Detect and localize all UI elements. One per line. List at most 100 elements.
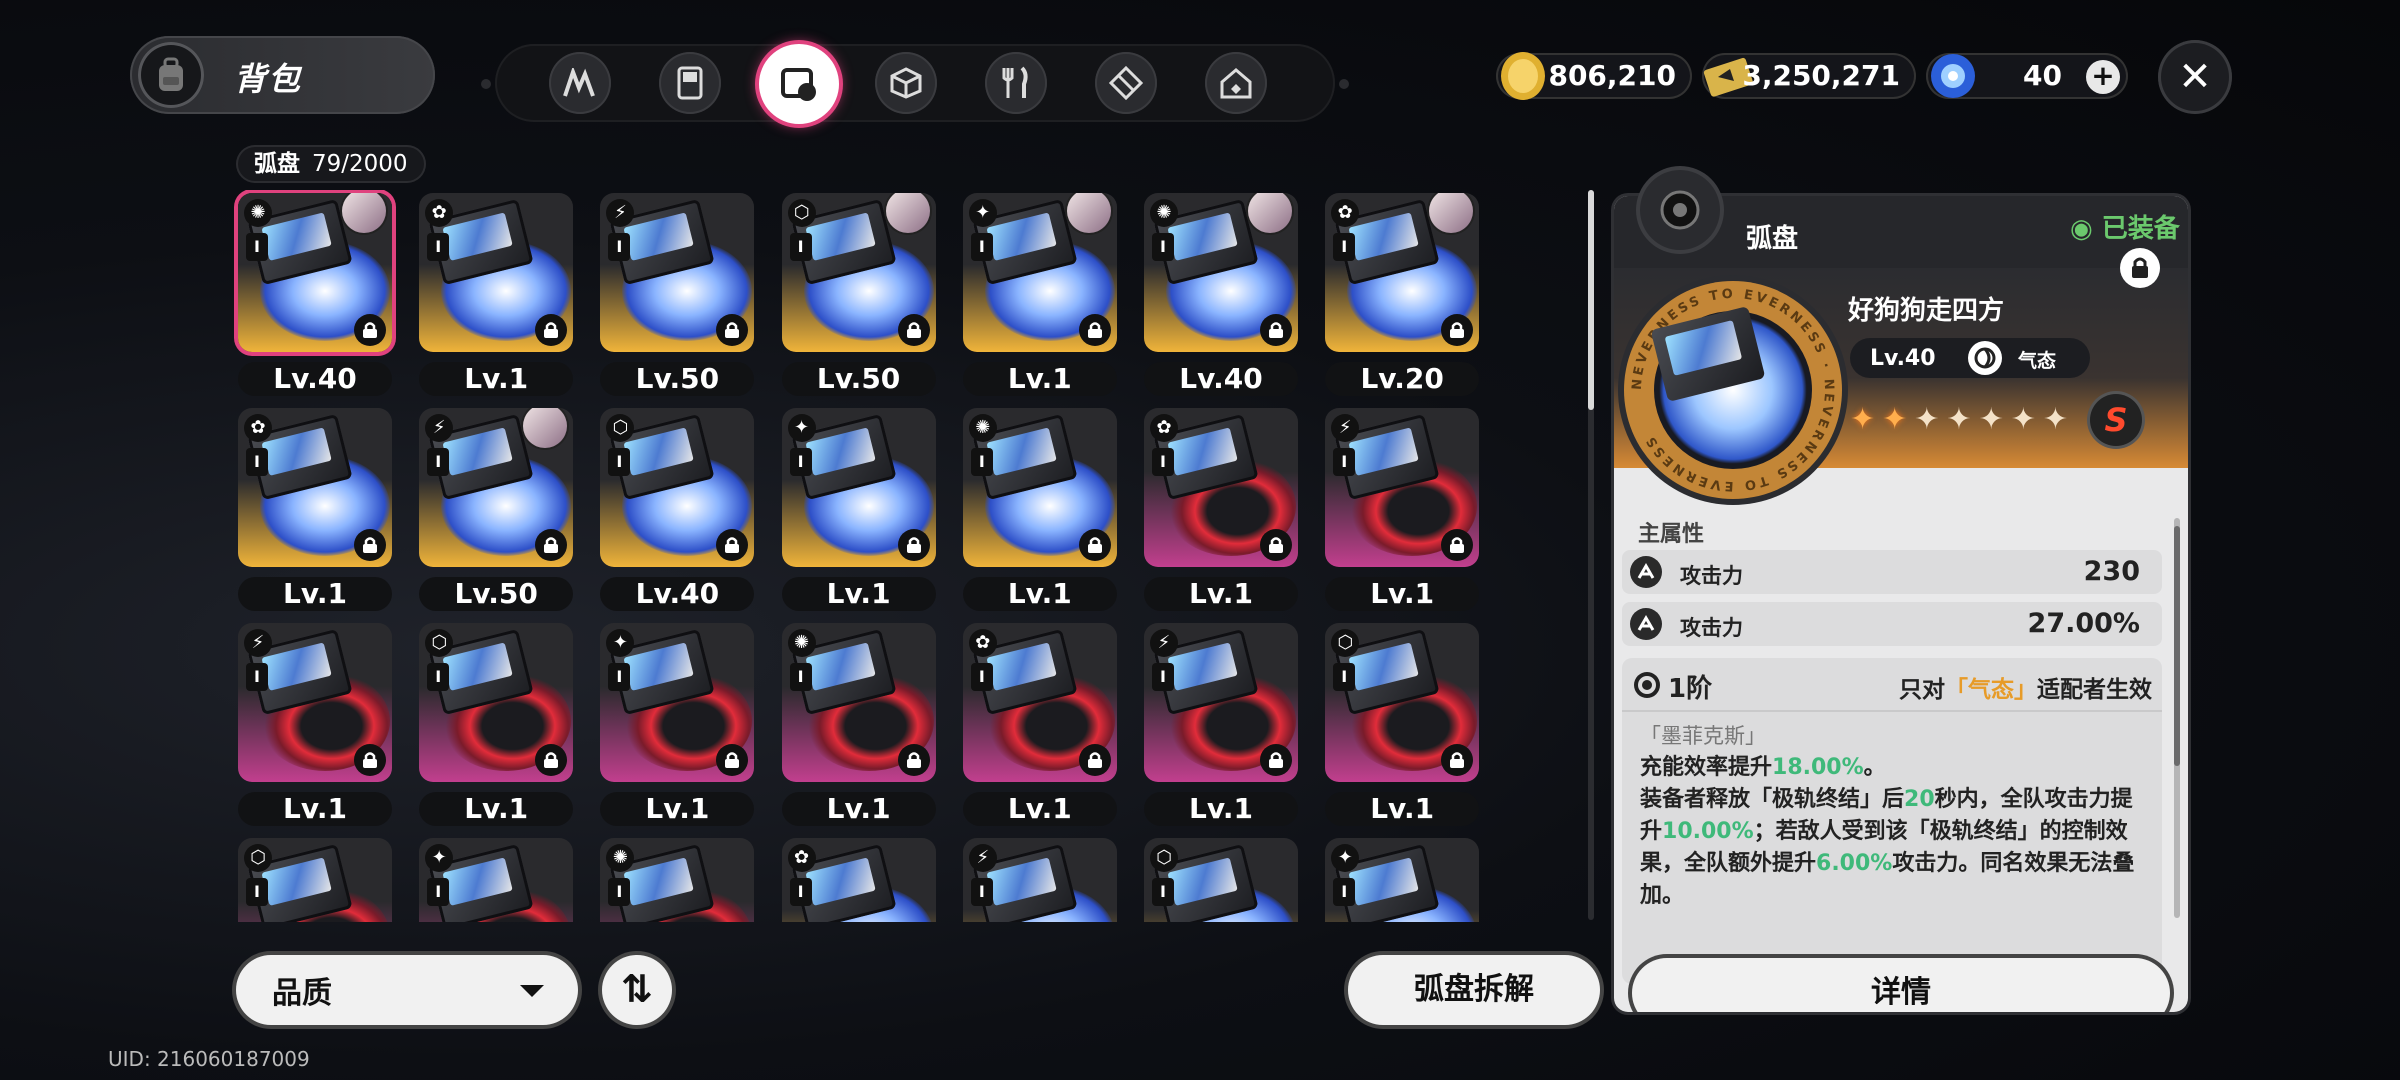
disc-card[interactable]: ✦ I [962, 193, 1117, 352]
disc-slot[interactable]: ⚡ I Lv.1 [1319, 405, 1484, 620]
grid-scrollbar-thumb[interactable] [1588, 190, 1594, 410]
disc-slot[interactable]: ✦ I [1319, 835, 1484, 922]
disc-card[interactable]: ✺ I [962, 408, 1117, 567]
disc-rank: I [1152, 233, 1174, 261]
disc-slot[interactable]: ✿ I Lv.1 [957, 620, 1122, 835]
disc-type-icon: ✺ [787, 629, 816, 657]
disc-slot[interactable]: ⬡ I Lv.40 [594, 405, 759, 620]
disc-card[interactable]: ⬡ I [781, 193, 936, 352]
disc-card[interactable]: ⚡ I [238, 623, 392, 782]
disc-card[interactable]: ✿ I [1325, 193, 1480, 352]
disc-slot[interactable]: ✺ I [594, 835, 759, 922]
disc-slot[interactable]: ✿ I Lv.1 [413, 190, 578, 405]
main-stat-title: 主属性 [1638, 522, 1705, 547]
disc-card[interactable]: ✦ I [419, 838, 574, 922]
disc-slot[interactable]: ⚡ I Lv.50 [594, 190, 759, 405]
disc-slot[interactable]: ✿ I Lv.1 [1138, 405, 1303, 620]
disc-card[interactable]: ✺ I [238, 193, 392, 352]
disc-card[interactable]: ⚡ I [962, 838, 1117, 922]
disc-card[interactable]: ✺ I [1144, 193, 1298, 352]
disc-card[interactable]: ✿ I [1144, 408, 1298, 567]
detail-scrollbar-thumb[interactable] [2174, 526, 2180, 766]
disc-card[interactable]: ⬡ I [238, 838, 392, 922]
disc-slot[interactable]: ✿ I Lv.1 [232, 405, 397, 620]
ticket-currency[interactable]: 3,250,271 [1702, 53, 1916, 99]
gold-currency[interactable]: 806,210 [1496, 52, 1692, 100]
disc-slot[interactable]: ✺ I Lv.1 [957, 405, 1122, 620]
disc-card[interactable]: ⬡ I [419, 623, 574, 782]
disc-level: Lv.1 [781, 577, 936, 611]
tab-dot [1339, 79, 1349, 89]
disc-slot[interactable]: ⚡ I Lv.1 [1138, 620, 1303, 835]
disc-card[interactable]: ✺ I [781, 623, 936, 782]
disc-card[interactable]: ⚡ I [1144, 623, 1298, 782]
disc-rank: I [246, 448, 268, 476]
disc-card[interactable]: ⬡ I [1144, 838, 1298, 922]
disc-type-icon: ✺ [1150, 199, 1178, 227]
cube-tab-icon[interactable] [1095, 52, 1157, 114]
tab-dot [481, 79, 491, 89]
disc-rank: I [970, 448, 993, 476]
disc-slot[interactable]: ⬡ I Lv.1 [1319, 620, 1484, 835]
disc-card[interactable]: ⚡ I [600, 193, 755, 352]
stat-row: 攻击力 27.00% [1622, 602, 2162, 646]
disc-card[interactable]: ⚡ I [1325, 408, 1480, 567]
bag-title-pill: 背包 [130, 36, 435, 114]
details-button[interactable]: 详情 [1632, 958, 2170, 1012]
disc-slot[interactable]: ✿ I [776, 835, 941, 922]
disc-category-badge-icon [1640, 170, 1720, 250]
category-tab-bar [481, 44, 1349, 124]
lock-icon [535, 529, 568, 561]
sort-order-button[interactable]: ⇅ [602, 955, 672, 1025]
disc-card[interactable]: ✦ I [781, 408, 936, 567]
disc-slot[interactable]: ⚡ I Lv.1 [232, 620, 397, 835]
disc-card[interactable]: ✿ I [962, 623, 1117, 782]
disc-slot[interactable]: ⬡ I [232, 835, 397, 922]
disc-slot[interactable]: ✦ I Lv.1 [594, 620, 759, 835]
house-tab-icon[interactable] [1205, 52, 1267, 114]
disc-slot[interactable]: ✦ I [413, 835, 578, 922]
disc-card[interactable]: ✦ I [600, 623, 755, 782]
disc-card[interactable]: ⚡ I [419, 408, 574, 567]
disc-card[interactable]: ✿ I [419, 193, 574, 352]
equipped-label: 已装备 [2101, 214, 2180, 244]
disc-element: 气态 [2018, 350, 2057, 372]
disc-slot[interactable]: ⬡ I Lv.50 [776, 190, 941, 405]
disc-card[interactable]: ⬡ I [1325, 623, 1480, 782]
disc-rank: I [789, 448, 812, 476]
nethack-tab-icon[interactable] [549, 52, 611, 114]
disc-slot[interactable]: ⬡ I Lv.1 [413, 620, 578, 835]
box-tab-icon[interactable] [875, 52, 937, 114]
disc-slot[interactable]: ✺ I Lv.40 [232, 190, 397, 405]
disc-type-icon: ⚡ [1331, 414, 1360, 442]
energy-currency[interactable]: 40 + [1926, 53, 2128, 99]
add-energy-button[interactable]: + [2086, 60, 2120, 94]
disc-tab-icon[interactable] [759, 44, 839, 124]
page-title: 背包 [234, 60, 303, 98]
tier-label: 1阶 [1668, 674, 1713, 704]
disc-card[interactable]: ✦ I [1325, 838, 1480, 922]
disc-slot[interactable]: ✺ I Lv.40 [1138, 190, 1303, 405]
disc-slot[interactable]: ✺ I Lv.1 [776, 620, 941, 835]
disc-type-icon: ✺ [968, 414, 997, 442]
disc-type-icon: ⚡ [244, 629, 272, 657]
dismantle-button[interactable]: 弧盘拆解 [1348, 955, 1600, 1025]
disc-slot[interactable]: ✦ I Lv.1 [776, 405, 941, 620]
disc-slot[interactable]: ✦ I Lv.1 [957, 190, 1122, 405]
disc-card[interactable]: ⬡ I [600, 408, 755, 567]
lock-toggle-icon[interactable] [2120, 248, 2160, 288]
disc-detail-panel: 弧盘 ◉ 已装备 NEVERNESS TO EVERNESS · NEVERNE… [1614, 196, 2188, 1012]
sort-dropdown[interactable]: 品质 [236, 955, 578, 1025]
close-icon[interactable]: ✕ [2158, 40, 2232, 114]
disc-card[interactable]: ✿ I [781, 838, 936, 922]
disc-card[interactable]: ✺ I [600, 838, 755, 922]
gameboy-tab-icon[interactable] [659, 52, 721, 114]
food-tab-icon[interactable] [985, 52, 1047, 114]
disc-slot[interactable]: ⚡ I Lv.50 [413, 405, 578, 620]
sort-label: 品质 [272, 976, 332, 1011]
disc-card[interactable]: ✿ I [238, 408, 392, 567]
disc-rank: I [1152, 663, 1174, 691]
disc-slot[interactable]: ⚡ I [957, 835, 1122, 922]
disc-slot[interactable]: ✿ I Lv.20 [1319, 190, 1484, 405]
disc-slot[interactable]: ⬡ I [1138, 835, 1303, 922]
